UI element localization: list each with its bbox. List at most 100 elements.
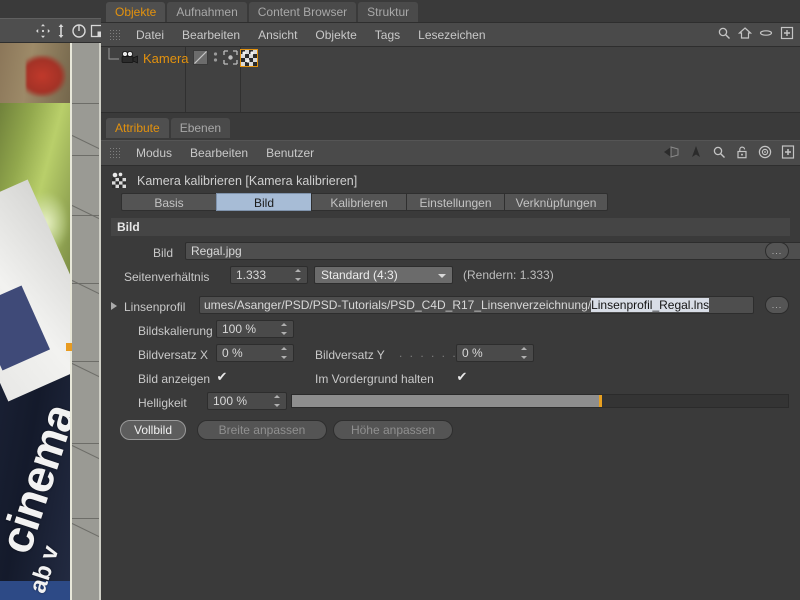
tab-ebenen[interactable]: Ebenen [170,118,231,138]
image-offset-x-stepper[interactable] [280,347,287,359]
grip-handle-icon[interactable] [109,28,120,41]
tab-kalibrieren[interactable]: Kalibrieren [311,193,407,211]
tab-aufnahmen[interactable]: Aufnahmen [167,2,247,22]
lock-icon[interactable] [735,145,749,159]
menu-tags[interactable]: Tags [366,23,409,47]
object-manager-tree[interactable]: Kamera [101,47,800,112]
attribute-manager-tools[interactable] [662,145,795,159]
app-window: cinema ab v Objekte Aufnahmen Content Br… [0,0,800,600]
row-brightness: Helligkeit 100 % [101,392,800,414]
bild-anzeigen-checkbox[interactable]: ✔ [216,370,228,383]
row-aspect-ratio: Seitenverhältnis 1.333 Standard (4:3) (R… [101,266,800,288]
menu-objekte[interactable]: Objekte [306,23,365,47]
up-arrow-icon[interactable] [689,145,703,159]
back-arrow-icon[interactable] [662,145,680,159]
object-title-row: Kamera kalibrieren [Kamera kalibrieren] [111,172,357,189]
hoehe-anpassen-button[interactable]: Höhe anpassen [333,420,453,440]
tab-basis[interactable]: Basis [121,193,217,211]
viewport-top-gap [0,0,101,18]
aspect-preset-value: Standard (4:3) [321,268,398,282]
tab-bild[interactable]: Bild [216,193,312,211]
lens-profile-browse-button[interactable]: ... [765,296,789,314]
lens-profile-path: umes/Asanger/PSD/PSD-Tutorials/PSD_C4D_R… [204,298,592,312]
dots-tag-icon[interactable] [212,50,219,65]
viewport-panel[interactable]: cinema ab v [0,0,101,600]
camera-calibrator-tag-icon[interactable] [240,49,258,67]
add-panel-icon[interactable] [781,145,795,159]
object-manager-menubar[interactable]: Datei Bearbeiten Ansicht Objekte Tags Le… [101,23,800,47]
object-manager-tools[interactable] [717,26,794,40]
calibrator-tag-icon[interactable] [223,50,238,65]
attribute-manager-menubar[interactable]: Modus Bearbeiten Benutzer [101,140,800,166]
row-checkboxes: Bild anzeigen ✔ Im Vordergrund halten ✔ [101,368,800,390]
menu-bearbeiten[interactable]: Bearbeiten [173,23,249,47]
aspect-ratio-stepper[interactable] [294,269,301,281]
lens-profile-selected-text: Linsenprofil_Regal.lns [591,298,710,312]
right-panel-column: Objekte Aufnahmen Content Browser Strukt… [101,0,800,600]
rotate-icon[interactable] [71,23,87,39]
render-aspect-hint: (Rendern: 1.333) [463,268,554,282]
tab-einstellungen[interactable]: Einstellungen [406,193,505,211]
image-plane-edge-left [70,43,72,600]
brightness-slider-fill [292,395,600,407]
background-photo: cinema ab v [0,43,70,600]
vollbild-button[interactable]: Vollbild [120,420,186,440]
label-helligkeit: Helligkeit [138,396,187,410]
brightness-slider-knob[interactable] [598,395,602,407]
row-image-offset: Bildversatz X 0 % Bildversatz Y . . . . … [101,344,800,366]
tab-verknuepfungen[interactable]: Verknüpfungen [504,193,608,211]
menu-lesezeichen[interactable]: Lesezeichen [409,23,494,47]
bild-file-input[interactable]: Regal.jpg [185,242,800,260]
image-offset-y-stepper[interactable] [520,347,527,359]
attribute-content: Kamera kalibrieren [Kamera kalibrieren] … [101,166,800,600]
aspect-preset-select[interactable]: Standard (4:3) [314,266,453,284]
label-bildskalierung: Bildskalierung [138,324,213,338]
menu-bearbeiten[interactable]: Bearbeiten [181,141,257,165]
object-tag-group[interactable] [193,50,238,65]
lens-profile-input[interactable]: umes/Asanger/PSD/PSD-Tutorials/PSD_C4D_R… [199,296,754,314]
search-icon[interactable] [712,145,726,159]
tab-content-browser[interactable]: Content Browser [248,2,357,22]
bild-browse-button[interactable]: ... [765,242,789,260]
camera-calibrator-icon [111,172,129,189]
image-scale-stepper[interactable] [280,323,287,335]
pan-icon[interactable] [35,23,51,39]
link-icon[interactable] [759,26,773,40]
tab-objekte[interactable]: Objekte [106,2,166,22]
object-name-label: Kamera [143,50,189,66]
home-icon[interactable] [737,26,753,40]
dolly-icon[interactable] [53,23,69,39]
attribute-manager-tabbar[interactable]: Attribute Ebenen [106,118,231,138]
menu-datei[interactable]: Datei [127,23,173,47]
label-seitenverhaeltnis: Seitenverhältnis [124,270,210,284]
expand-arrow-icon[interactable] [111,302,117,310]
visibility-tag-icon[interactable] [193,50,208,65]
label-linsenprofil: Linsenprofil [124,300,186,314]
breite-anpassen-button[interactable]: Breite anpassen [197,420,327,440]
target-icon[interactable] [758,145,772,159]
label-im-vordergrund-halten: Im Vordergrund halten [315,372,434,386]
attribute-page-tabs[interactable]: Basis Bild Kalibrieren Einstellungen Ver… [121,193,608,211]
photo-text-cinema: cinema [0,398,70,560]
add-icon[interactable] [780,26,794,40]
search-icon[interactable] [717,26,731,40]
object-title-label: Kamera kalibrieren [Kamera kalibrieren] [137,173,358,188]
viewport-scene[interactable]: cinema ab v [0,43,101,600]
calibration-handle[interactable] [66,343,72,351]
label-bild: Bild [153,246,174,260]
tab-attribute[interactable]: Attribute [106,118,169,138]
tab-struktur[interactable]: Struktur [358,2,419,22]
maximize-icon[interactable] [89,23,101,39]
viewport-ground-grid [67,43,101,600]
camera-icon [121,50,139,65]
menu-benutzer[interactable]: Benutzer [257,141,323,165]
grip-handle-icon[interactable] [109,147,120,159]
menu-ansicht[interactable]: Ansicht [249,23,306,47]
brightness-slider[interactable] [291,394,789,408]
viewport-toolbar [0,18,101,43]
brightness-stepper[interactable] [273,395,280,407]
photo-text-abv: ab v [24,542,65,597]
object-manager-tabbar[interactable]: Objekte Aufnahmen Content Browser Strukt… [106,2,419,22]
menu-modus[interactable]: Modus [127,141,181,165]
im-vordergrund-halten-checkbox[interactable]: ✔ [456,370,468,383]
